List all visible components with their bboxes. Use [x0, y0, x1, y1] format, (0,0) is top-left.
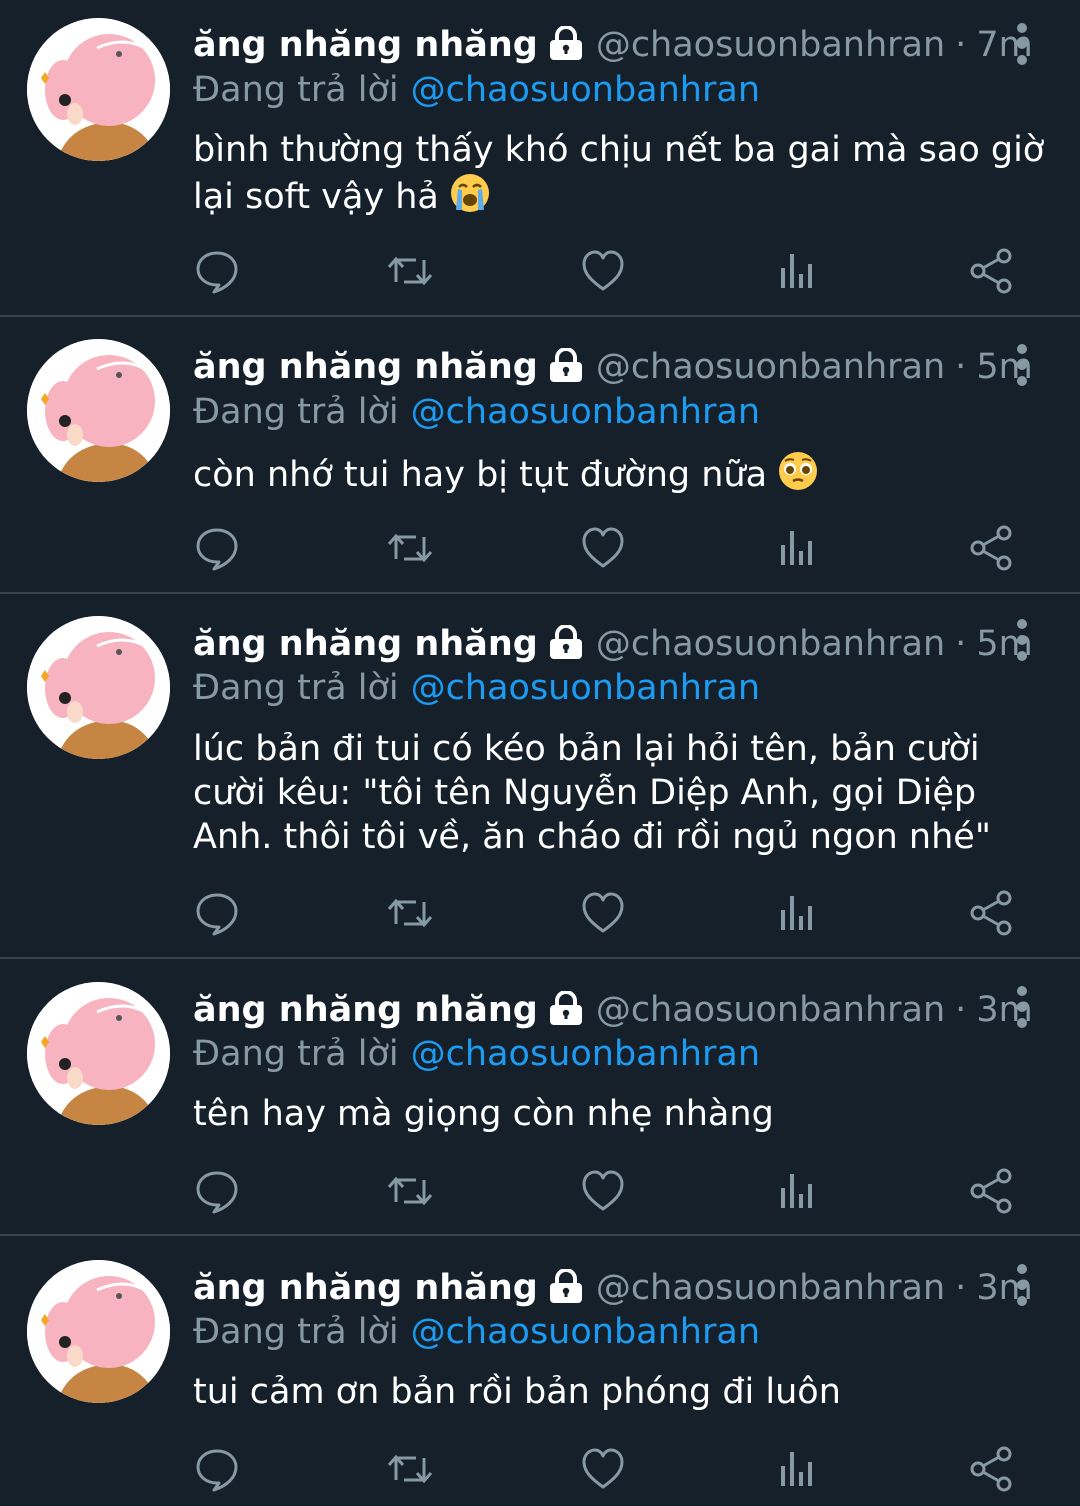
tweet-text-content: bình thường thấy khó chịu nết ba gai mà …	[193, 130, 1045, 217]
replying-to: Đang trả lời @chaosuonbanhran	[193, 1031, 760, 1077]
reply-to-handle[interactable]: @chaosuonbanhran	[411, 1312, 760, 1352]
tweet-text: bình thường thấy khó chịu nết ba gai mà …	[193, 128, 1053, 225]
reply-to-handle[interactable]: @chaosuonbanhran	[411, 1034, 760, 1074]
avatar[interactable]	[27, 616, 170, 759]
tweet-header: ăng nhăng nhăng @chaosuonbanhran · 5m	[193, 619, 1033, 669]
retweet-icon[interactable]	[385, 523, 435, 573]
like-icon[interactable]	[578, 888, 628, 938]
tweet-1[interactable]: ăng nhăng nhăng @chaosuonbanhran · 7m Đang …	[0, 0, 1080, 315]
retweet-icon[interactable]	[385, 1166, 435, 1216]
user-handle: @chaosuonbanhran	[595, 347, 946, 387]
display-name[interactable]: ăng nhăng nhăng	[193, 347, 538, 387]
separator-dot: ·	[955, 1268, 967, 1308]
replying-to-label: Đang trả lời	[193, 668, 399, 708]
reply-icon[interactable]	[192, 1166, 242, 1216]
more-options-icon[interactable]	[1002, 979, 1042, 1039]
share-icon[interactable]	[966, 888, 1016, 938]
reply-to-handle[interactable]: @chaosuonbanhran	[411, 70, 760, 110]
analytics-icon[interactable]	[772, 523, 822, 573]
tweet-header: ăng nhăng nhăng @chaosuonbanhran · 7m	[193, 20, 1033, 70]
avatar[interactable]	[27, 1260, 170, 1403]
avatar[interactable]	[27, 18, 170, 161]
replying-to: Đang trả lời @chaosuonbanhran	[193, 1309, 760, 1355]
replying-to-label: Đang trả lời	[193, 70, 399, 110]
separator-dot: ·	[955, 347, 967, 387]
tweet-5[interactable]: ăng nhăng nhăng @chaosuonbanhran · 3m Đang …	[0, 1236, 1080, 1506]
tweet-actions	[0, 1166, 1080, 1216]
reply-icon[interactable]	[192, 523, 242, 573]
reply-icon[interactable]	[192, 1444, 242, 1494]
share-icon[interactable]	[966, 523, 1016, 573]
user-handle: @chaosuonbanhran	[595, 624, 946, 664]
retweet-icon[interactable]	[385, 1444, 435, 1494]
like-icon[interactable]	[578, 1444, 628, 1494]
avatar[interactable]	[27, 339, 170, 482]
replying-to: Đang trả lời @chaosuonbanhran	[193, 67, 760, 113]
tweet-text: tui cảm ơn bản rồi bản phóng đi luôn	[193, 1372, 841, 1412]
tweet-2[interactable]: ăng nhăng nhăng @chaosuonbanhran · 5m Đang …	[0, 317, 1080, 592]
tweet-text-content: còn nhớ tui hay bị tụt đường nữa	[193, 455, 768, 495]
replying-to: Đang trả lời @chaosuonbanhran	[193, 389, 760, 435]
avatar[interactable]	[27, 982, 170, 1125]
tweet-actions	[0, 523, 1080, 573]
tweet-text: tên hay mà giọng còn nhẹ nhàng	[193, 1094, 774, 1134]
loudly-crying-face-icon	[449, 172, 491, 225]
analytics-icon[interactable]	[772, 888, 822, 938]
tweet-text: lúc bản đi tui có kéo bản lại hỏi tên, b…	[193, 729, 991, 857]
tweet-4[interactable]: ăng nhăng nhăng @chaosuonbanhran · 3m Đang …	[0, 959, 1080, 1234]
more-options-icon[interactable]	[1002, 337, 1042, 397]
tweet-header: ăng nhăng nhăng @chaosuonbanhran · 3m	[193, 985, 1033, 1035]
analytics-icon[interactable]	[772, 1444, 822, 1494]
display-name[interactable]: ăng nhăng nhăng	[193, 624, 538, 664]
more-options-icon[interactable]	[1002, 16, 1042, 76]
reply-icon[interactable]	[192, 246, 242, 296]
tweet-actions	[0, 1444, 1080, 1494]
tweet-header: ăng nhăng nhăng @chaosuonbanhran · 3m	[193, 1263, 1033, 1313]
pleading-face-icon	[777, 450, 819, 503]
analytics-icon[interactable]	[772, 246, 822, 296]
tweet-3[interactable]: ăng nhăng nhăng @chaosuonbanhran · 5m Đang …	[0, 594, 1080, 957]
share-icon[interactable]	[966, 1166, 1016, 1216]
retweet-icon[interactable]	[385, 888, 435, 938]
separator-dot: ·	[955, 25, 967, 65]
retweet-icon[interactable]	[385, 246, 435, 296]
like-icon[interactable]	[578, 246, 628, 296]
reply-to-handle[interactable]: @chaosuonbanhran	[411, 392, 760, 432]
display-name[interactable]: ăng nhăng nhăng	[193, 990, 538, 1030]
replying-to-label: Đang trả lời	[193, 1034, 399, 1074]
replying-to-label: Đang trả lời	[193, 1312, 399, 1352]
separator-dot: ·	[955, 990, 967, 1030]
more-options-icon[interactable]	[1002, 1257, 1042, 1317]
display-name[interactable]: ăng nhăng nhăng	[193, 1268, 538, 1308]
share-icon[interactable]	[966, 1444, 1016, 1494]
tweet-actions	[0, 888, 1080, 938]
reply-icon[interactable]	[192, 888, 242, 938]
display-name[interactable]: ăng nhăng nhăng	[193, 25, 538, 65]
replying-to-label: Đang trả lời	[193, 392, 399, 432]
replying-to: Đang trả lời @chaosuonbanhran	[193, 665, 760, 711]
like-icon[interactable]	[578, 1166, 628, 1216]
user-handle: @chaosuonbanhran	[595, 25, 946, 65]
user-handle: @chaosuonbanhran	[595, 990, 946, 1030]
tweet-header: ăng nhăng nhăng @chaosuonbanhran · 5m	[193, 342, 1033, 392]
reply-to-handle[interactable]: @chaosuonbanhran	[411, 668, 760, 708]
user-handle: @chaosuonbanhran	[595, 1268, 946, 1308]
more-options-icon[interactable]	[1002, 612, 1042, 672]
like-icon[interactable]	[578, 523, 628, 573]
analytics-icon[interactable]	[772, 1166, 822, 1216]
tweet-actions	[0, 246, 1080, 296]
share-icon[interactable]	[966, 246, 1016, 296]
tweet-text: còn nhớ tui hay bị tụt đường nữa	[193, 450, 1053, 503]
separator-dot: ·	[955, 624, 967, 664]
